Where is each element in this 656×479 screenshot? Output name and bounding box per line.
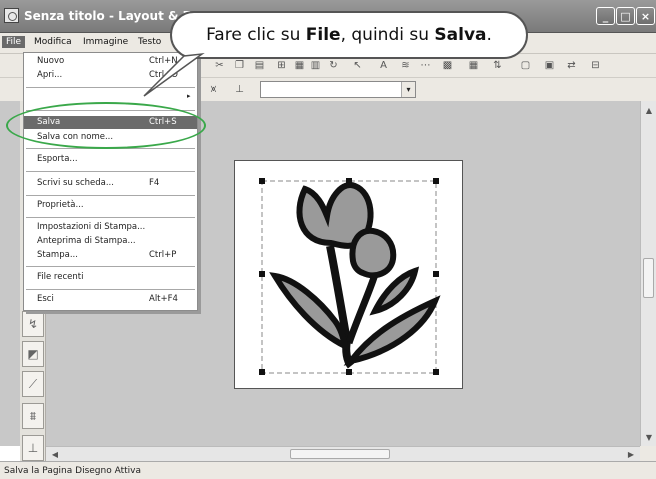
app-icon xyxy=(4,8,19,23)
shape-tool-icon[interactable]: ↯ xyxy=(22,311,44,337)
minimize-button[interactable]: _ xyxy=(596,7,615,25)
vertical-scroll-thumb[interactable] xyxy=(643,258,654,298)
window-title: Senza titolo - Layout & E xyxy=(24,9,191,23)
status-bar: Salva la Pagina Disegno Attiva xyxy=(0,461,656,479)
rotate-icon[interactable]: ↻ xyxy=(326,58,341,73)
chevron-down-icon[interactable]: ▾ xyxy=(401,82,415,97)
menu-item-esci[interactable]: Esci Alt+F4 xyxy=(24,293,197,306)
menu-item-anteprima-stampa[interactable]: Anteprima di Stampa... xyxy=(24,235,197,248)
menu-modifica[interactable]: Modifica xyxy=(30,36,76,48)
paint-tool-icon[interactable]: ◩ xyxy=(22,341,44,367)
sew-icon[interactable]: ⊥ xyxy=(232,82,247,97)
ungroup-icon[interactable]: ▥ xyxy=(308,58,323,73)
group-icon[interactable]: ▦ xyxy=(292,58,307,73)
stitch-icon[interactable]: ≋ xyxy=(398,58,413,73)
menu-separator xyxy=(26,171,195,172)
design-page[interactable] xyxy=(234,160,463,389)
align-icon[interactable]: ⊞ xyxy=(274,58,289,73)
fill-icon[interactable]: ▩ xyxy=(440,58,455,73)
menu-immagine[interactable]: Immagine xyxy=(79,36,132,48)
instruction-callout: Fare clic su File, quindi su Salva. xyxy=(170,11,528,59)
scroll-corner xyxy=(640,446,656,461)
tulip-design[interactable] xyxy=(235,161,464,390)
menu-item-impostazioni-stampa[interactable]: Impostazioni di Stampa... xyxy=(24,221,197,234)
preview-icon[interactable]: ▢ xyxy=(518,58,533,73)
table-icon[interactable]: ▦ xyxy=(466,58,481,73)
menu-testo[interactable]: Testo xyxy=(134,36,165,48)
maximize-button[interactable]: □ xyxy=(616,7,635,25)
pattern-icon[interactable]: ⋯ xyxy=(418,58,433,73)
scroll-left-icon[interactable]: ◀ xyxy=(48,447,62,461)
horizontal-scroll-thumb[interactable] xyxy=(290,449,390,459)
callout-pointer xyxy=(143,52,205,97)
text-icon[interactable]: A xyxy=(376,58,391,73)
card-icon[interactable]: ▣ xyxy=(542,58,557,73)
copy-icon[interactable]: ❐ xyxy=(232,58,247,73)
status-text: Salva la Pagina Disegno Attiva xyxy=(4,466,141,476)
menu-separator xyxy=(26,217,195,218)
highlight-ring xyxy=(6,102,206,149)
cut-icon[interactable]: ✂ xyxy=(212,58,227,73)
close-button[interactable]: × xyxy=(636,7,655,25)
horizontal-scrollbar[interactable]: ◀ ▶ xyxy=(46,446,640,461)
stitch-tool-icon[interactable]: ⩩ xyxy=(22,403,44,429)
menu-item-file-recenti[interactable]: File recenti xyxy=(24,271,197,284)
measure-tool-icon[interactable]: ⟋ xyxy=(22,371,44,397)
export-icon[interactable]: ⊟ xyxy=(588,58,603,73)
scroll-down-icon[interactable]: ▼ xyxy=(642,430,656,444)
menu-separator xyxy=(26,195,195,196)
menu-separator xyxy=(26,289,195,290)
transfer-icon[interactable]: ⇄ xyxy=(564,58,579,73)
pattern-select[interactable]: ▾ xyxy=(260,81,416,98)
scroll-right-icon[interactable]: ▶ xyxy=(624,447,638,461)
menu-file[interactable]: File xyxy=(2,36,26,48)
menu-item-esporta[interactable]: Esporta... xyxy=(24,153,197,166)
menu-item-proprieta[interactable]: Proprietà... xyxy=(24,199,197,212)
menu-item-scrivi-su-scheda[interactable]: Scrivi su scheda... F4 xyxy=(24,177,197,190)
menu-separator xyxy=(26,266,195,267)
pin-tool-icon[interactable]: ⊥ xyxy=(22,435,44,461)
vertical-scrollbar[interactable]: ▲ ▼ xyxy=(640,101,656,446)
paste-icon[interactable]: ▤ xyxy=(252,58,267,73)
select-icon[interactable]: ↖ xyxy=(350,58,365,73)
order-icon[interactable]: ⇅ xyxy=(490,58,505,73)
scroll-up-icon[interactable]: ▲ xyxy=(642,103,656,117)
menu-item-stampa[interactable]: Stampa... Ctrl+P xyxy=(24,249,197,262)
